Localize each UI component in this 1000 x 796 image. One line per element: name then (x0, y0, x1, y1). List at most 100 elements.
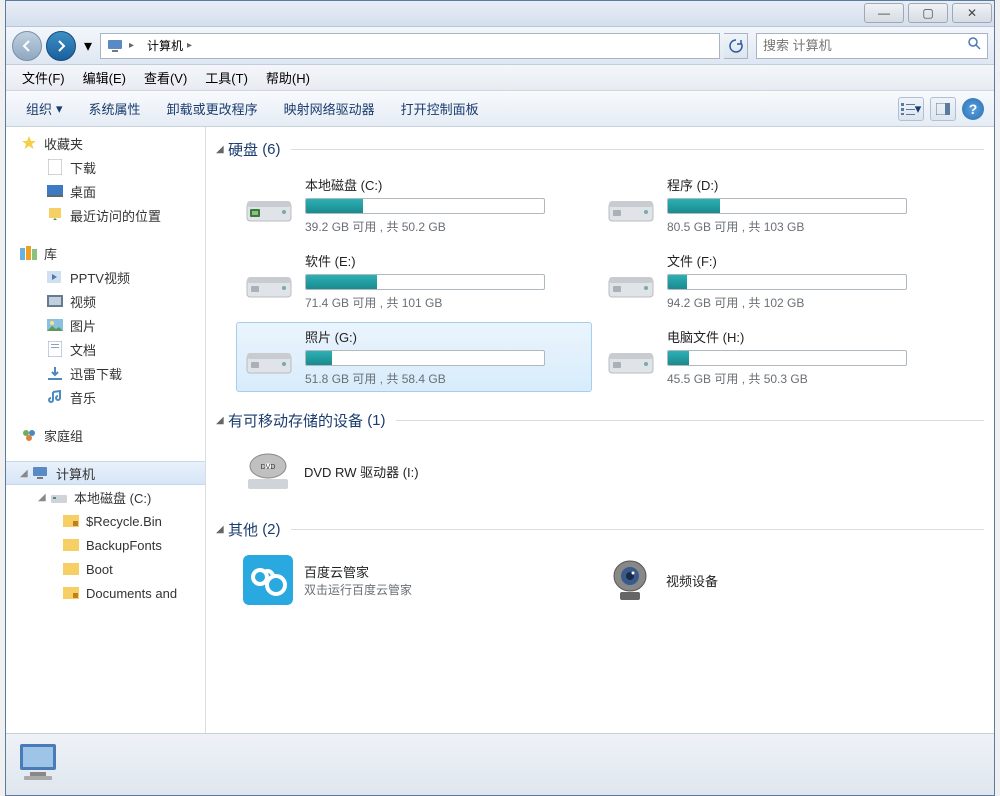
menu-help[interactable]: 帮助(H) (258, 66, 318, 89)
drive-name: 本地磁盘 (C:) (305, 175, 585, 194)
refresh-button[interactable] (724, 33, 748, 59)
drive-icon (243, 255, 295, 307)
expand-icon: ◢ (38, 492, 48, 503)
capacity-bar (667, 198, 907, 214)
sidebar-item-xunlei[interactable]: 迅雷下载 (6, 361, 205, 385)
organize-button[interactable]: 组织 ▾ (16, 95, 73, 122)
folder-icon (62, 561, 80, 577)
capacity-bar (305, 198, 545, 214)
sidebar-item-downloads[interactable]: 下载 (6, 155, 205, 179)
system-properties-button[interactable]: 系统属性 (79, 95, 151, 122)
sidebar-favorites[interactable]: 收藏夹 (6, 131, 205, 155)
control-panel-button[interactable]: 打开控制面板 (391, 95, 489, 122)
minimize-button[interactable]: — (864, 3, 904, 23)
video-device[interactable]: 视频设备 (598, 550, 954, 610)
capacity-text: 80.5 GB 可用 , 共 103 GB (667, 218, 947, 235)
sidebar-item-recycle[interactable]: $Recycle.Bin (6, 509, 205, 533)
drive-item[interactable]: 文件 (F:) 94.2 GB 可用 , 共 102 GB (598, 246, 954, 316)
drive-item[interactable]: 照片 (G:) 51.8 GB 可用 , 共 58.4 GB (236, 322, 592, 392)
capacity-bar (667, 350, 907, 366)
sidebar-item-boot[interactable]: Boot (6, 557, 205, 581)
recent-icon (46, 207, 64, 223)
sidebar-item-desktop[interactable]: 桌面 (6, 179, 205, 203)
category-removable[interactable]: ◢ 有可移动存储的设备 (1) (216, 404, 984, 437)
search-input[interactable] (763, 38, 963, 53)
address-computer-icon[interactable]: ▸ (101, 34, 141, 58)
category-harddrives[interactable]: ◢ 硬盘 (6) (216, 133, 984, 166)
drive-item[interactable]: 本地磁盘 (C:) 39.2 GB 可用 , 共 50.2 GB (236, 170, 592, 240)
homegroup-icon (20, 427, 38, 443)
view-mode-button[interactable]: ▾ (898, 97, 924, 121)
music-icon (46, 389, 64, 405)
drive-name: 软件 (E:) (305, 251, 585, 270)
sidebar-item-documents[interactable]: 文档 (6, 337, 205, 361)
details-pane (6, 733, 994, 795)
address-bar[interactable]: ▸ 计算机▸ (100, 33, 720, 59)
drive-icon (50, 489, 68, 505)
locked-folder-icon (62, 585, 80, 601)
drive-name: 文件 (F:) (667, 251, 947, 270)
drive-name: 程序 (D:) (667, 175, 947, 194)
drive-item[interactable]: 电脑文件 (H:) 45.5 GB 可用 , 共 50.3 GB (598, 322, 954, 392)
drive-icon (605, 331, 657, 383)
desktop-icon (46, 183, 64, 199)
computer-icon (32, 465, 50, 481)
dvd-icon: DVD (242, 445, 294, 497)
back-button[interactable] (12, 31, 42, 61)
sidebar-homegroup[interactable]: 家庭组 (6, 423, 205, 447)
sidebar-libraries[interactable]: 库 (6, 241, 205, 265)
drive-name: 电脑文件 (H:) (667, 327, 947, 346)
drive-icon (605, 179, 657, 231)
dvd-drive[interactable]: DVD DVD RW 驱动器 (I:) (236, 441, 592, 501)
sidebar-item-backupfonts[interactable]: BackupFonts (6, 533, 205, 557)
maximize-button[interactable]: ▢ (908, 3, 948, 23)
menu-edit[interactable]: 编辑(E) (75, 66, 134, 89)
explorer-window: — ▢ ✕ ▾ ▸ 计算机▸ 文件(F) 编辑(E) (5, 0, 995, 796)
sidebar-item-videos[interactable]: 视频 (6, 289, 205, 313)
map-drive-button[interactable]: 映射网络驱动器 (274, 95, 385, 122)
star-icon (20, 135, 38, 151)
drive-icon (605, 255, 657, 307)
baidu-cloud[interactable]: 百度云管家 双击运行百度云管家 (236, 550, 592, 610)
menu-view[interactable]: 查看(V) (136, 66, 195, 89)
content-pane: ◢ 硬盘 (6) 本地磁盘 (C:) 39.2 GB 可用 , 共 50.2 G… (206, 127, 994, 733)
webcam-icon (604, 554, 656, 606)
help-button[interactable]: ? (962, 98, 984, 120)
capacity-text: 45.5 GB 可用 , 共 50.3 GB (667, 370, 947, 387)
pictures-icon (46, 317, 64, 333)
uninstall-button[interactable]: 卸载或更改程序 (157, 95, 268, 122)
forward-button[interactable] (46, 31, 76, 61)
drive-icon (243, 179, 295, 231)
drive-icon (243, 331, 295, 383)
menubar: 文件(F) 编辑(E) 查看(V) 工具(T) 帮助(H) (6, 65, 994, 91)
capacity-bar (305, 274, 545, 290)
sidebar-item-documents-and[interactable]: Documents and (6, 581, 205, 605)
drive-item[interactable]: 软件 (E:) 71.4 GB 可用 , 共 101 GB (236, 246, 592, 316)
sidebar-item-music[interactable]: 音乐 (6, 385, 205, 409)
close-button[interactable]: ✕ (952, 3, 992, 23)
nav-toolbar: ▾ ▸ 计算机▸ (6, 27, 994, 65)
capacity-text: 51.8 GB 可用 , 共 58.4 GB (305, 370, 585, 387)
command-bar: 组织 ▾ 系统属性 卸载或更改程序 映射网络驱动器 打开控制面板 ▾ ? (6, 91, 994, 127)
document-icon (46, 341, 64, 357)
sidebar-item-recent[interactable]: 最近访问的位置 (6, 203, 205, 227)
computer-icon (16, 740, 66, 790)
expand-icon: ◢ (20, 468, 30, 479)
menu-tools[interactable]: 工具(T) (197, 66, 256, 89)
drive-item[interactable]: 程序 (D:) 80.5 GB 可用 , 共 103 GB (598, 170, 954, 240)
search-box[interactable] (756, 33, 988, 59)
preview-pane-button[interactable] (930, 97, 956, 121)
sidebar-computer[interactable]: ◢ 计算机 (6, 461, 205, 485)
sidebar-item-pptv[interactable]: PPTV视频 (6, 265, 205, 289)
folder-icon (62, 537, 80, 553)
drive-name: 照片 (G:) (305, 327, 585, 346)
titlebar: — ▢ ✕ (6, 1, 994, 27)
address-segment[interactable]: 计算机▸ (141, 34, 199, 58)
menu-file[interactable]: 文件(F) (14, 66, 73, 89)
history-dropdown[interactable]: ▾ (80, 32, 96, 60)
capacity-text: 94.2 GB 可用 , 共 102 GB (667, 294, 947, 311)
sidebar-item-drive-c[interactable]: ◢本地磁盘 (C:) (6, 485, 205, 509)
sidebar-item-pictures[interactable]: 图片 (6, 313, 205, 337)
category-other[interactable]: ◢ 其他 (2) (216, 513, 984, 546)
search-icon (967, 36, 981, 55)
